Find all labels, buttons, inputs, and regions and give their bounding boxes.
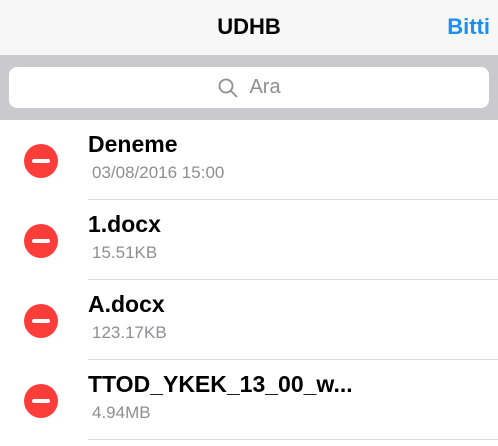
delete-icon[interactable] bbox=[24, 304, 58, 338]
delete-icon[interactable] bbox=[24, 384, 58, 418]
delete-icon[interactable] bbox=[24, 224, 58, 258]
delete-icon[interactable] bbox=[24, 144, 58, 178]
search-icon bbox=[219, 78, 238, 97]
divider bbox=[88, 439, 498, 440]
item-title: 1.docx bbox=[88, 211, 161, 237]
file-list: Deneme 03/08/2016 15:00 1.docx 15.51KB A… bbox=[0, 120, 498, 440]
list-item[interactable]: A.docx 123.17KB bbox=[0, 280, 498, 360]
page-title: UDHB bbox=[217, 14, 281, 39]
list-item[interactable]: 1.docx 15.51KB bbox=[0, 200, 498, 280]
item-subtitle: 03/08/2016 15:00 bbox=[92, 163, 225, 182]
item-title: Deneme bbox=[88, 131, 178, 157]
item-subtitle: 123.17KB bbox=[92, 323, 167, 342]
search-input[interactable]: Ara bbox=[9, 67, 489, 108]
item-title: A.docx bbox=[88, 291, 165, 317]
list-item[interactable]: TTOD_YKEK_13_00_w... 4.94MB bbox=[0, 360, 498, 440]
list-item[interactable]: Deneme 03/08/2016 15:00 bbox=[0, 120, 498, 200]
navigation-bar: UDHB Bitti bbox=[0, 0, 498, 55]
item-title: TTOD_YKEK_13_00_w... bbox=[88, 371, 353, 397]
done-button[interactable]: Bitti bbox=[447, 14, 490, 40]
search-bar: Ara bbox=[0, 55, 498, 120]
item-subtitle: 4.94MB bbox=[92, 403, 151, 422]
item-subtitle: 15.51KB bbox=[92, 243, 158, 262]
search-placeholder: Ara bbox=[249, 76, 281, 98]
